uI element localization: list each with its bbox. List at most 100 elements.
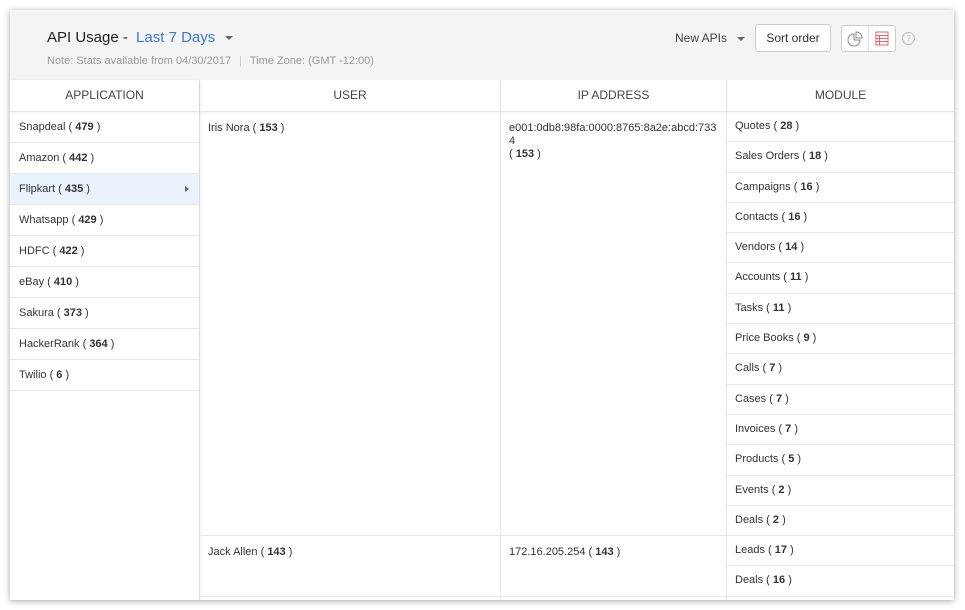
item-count: 364 [89,338,108,350]
module-row[interactable]: Deals ( 2 ) [727,506,954,537]
pie-chart-icon [847,30,863,46]
item-name: Events [735,483,769,496]
item-name: Sales Orders [735,150,800,163]
module-row[interactable]: Tasks ( 11 ) [727,294,954,325]
module-column: MODULE Quotes ( 28 ) Sales Orders ( 18 ) C… [727,80,954,600]
module-row[interactable]: Campaigns ( 16 ) [727,173,954,203]
item-count: 6 [56,369,63,381]
item-count: 410 [53,276,73,288]
user-row[interactable]: Iris Nora ( 153 ) [200,112,500,537]
application-row[interactable]: Whatsapp ( 429 ) [10,205,199,236]
item-name: Cases [735,392,767,405]
item-name: Flipkart [19,183,56,195]
item-count: 153 [259,122,278,134]
module-row[interactable]: Invoices ( 7 ) [727,415,954,446]
item-count: 435 [64,183,84,195]
item-count: 2 [772,513,780,526]
item-name: Whatsapp [19,214,69,226]
table-icon [875,31,889,46]
api-usage-panel: API Usage - Last 7 Days Note: Stats avai… [10,10,954,600]
item-count: 442 [69,152,88,164]
item-count: 9 [803,332,810,345]
title-text: API Usage - [47,29,128,46]
application-row[interactable]: HackerRank ( 364 ) [10,329,199,360]
ip-count: 143 [595,546,614,559]
item-name: Calls [735,362,760,375]
item-name: Tasks [735,301,764,314]
application-row[interactable]: Flipkart ( 435 ) [10,174,199,205]
item-count: 5 [788,453,795,466]
item-name: Deals [735,513,764,526]
module-row[interactable]: Events ( 2 ) [727,476,954,506]
module-row[interactable]: Leads ( 17 ) [727,536,954,567]
api-filter-dropdown[interactable]: New APIs [675,31,746,45]
item-count: 11 [790,271,802,284]
item-name: Invoices [735,422,776,435]
item-name: Amazon [19,152,60,164]
sort-order-button[interactable]: Sort order [755,24,831,52]
ip-column: IP ADDRESS e001:0db8:98fa:0000:8765:8a2e… [501,80,727,600]
item-count: 28 [780,120,793,132]
chart-view-button[interactable] [842,26,868,51]
application-row[interactable]: eBay ( 410 ) [10,267,199,298]
module-row[interactable]: Calls ( 7 ) [727,354,954,385]
module-row[interactable]: Deals ( 16 ) [727,566,954,597]
module-row[interactable]: Vendors ( 14 ) [727,233,954,264]
ip-address: e001:0db8:98fa:0000:8765:8a2e:abcd:7334 [509,122,717,147]
item-count: 16 [800,180,813,193]
item-count: 422 [59,245,78,257]
item-name: Deals [735,574,764,587]
ip-row[interactable]: 172.16.205.254 ( 143 ) [501,536,726,597]
item-name: Quotes [735,120,771,132]
ip-count: 153 [515,148,535,160]
module-row[interactable]: Price Books ( 9 ) [727,324,954,355]
separator: | [239,55,242,67]
item-name: eBay [19,276,45,288]
table-view-button[interactable] [868,26,895,51]
chevron-down-icon [737,36,746,41]
item-count: 16 [772,574,786,587]
item-count: 7 [769,362,776,375]
chevron-right-icon [185,186,189,192]
module-header: MODULE [727,80,954,112]
item-name: Sakura [19,307,54,319]
chevron-down-icon[interactable] [225,36,234,41]
application-row[interactable]: Twilio ( 6 ) [10,360,199,391]
application-row[interactable]: Sakura ( 373 ) [10,298,199,329]
module-row[interactable]: Cases ( 7 ) [727,385,954,415]
item-name: Jack Allen [208,546,258,559]
ip-row[interactable]: e001:0db8:98fa:0000:8765:8a2e:abcd:7334(… [501,112,726,537]
item-count: 16 [788,210,801,223]
date-range-dropdown[interactable]: Last 7 Days [136,29,215,46]
module-row[interactable]: Sales Orders ( 18 ) [727,142,954,173]
item-name: Twilio [19,369,47,381]
help-icon[interactable]: ? [902,32,915,45]
page-title: API Usage - Last 7 Days [47,29,234,46]
item-name: Snapdeal [19,121,66,133]
filter-label: New APIs [675,31,728,45]
item-count: 143 [267,546,286,559]
user-column: USER Iris Nora ( 153 ) Jack Allen ( 143 ) [200,80,501,600]
item-name: Price Books [735,332,794,345]
usage-table: APPLICATION Snapdeal ( 479 ) Amazon ( 442… [10,80,954,600]
item-name: Leads [735,544,765,557]
ip-address: 172.16.205.254 [509,546,586,559]
application-row[interactable]: Amazon ( 442 ) [10,143,199,174]
module-row[interactable]: Accounts ( 11 ) [727,263,954,294]
item-count: 11 [772,301,785,314]
module-row[interactable]: Contacts ( 16 ) [727,203,954,234]
item-name: Accounts [735,271,781,284]
item-count: 7 [785,422,792,435]
application-row[interactable]: Snapdeal ( 479 ) [10,112,199,143]
application-row[interactable]: HDFC ( 422 ) [10,236,199,267]
item-count: 18 [808,150,822,163]
module-row[interactable]: Products ( 5 ) [727,445,954,476]
item-name: Iris Nora [208,122,250,134]
item-count: 7 [775,392,783,405]
view-toggle [841,25,896,52]
module-row[interactable]: Quotes ( 28 ) [727,112,954,143]
item-count: 373 [63,307,82,319]
user-row[interactable]: Jack Allen ( 143 ) [200,536,500,597]
application-column: APPLICATION Snapdeal ( 479 ) Amazon ( 442… [10,80,200,600]
item-count: 2 [778,483,785,496]
